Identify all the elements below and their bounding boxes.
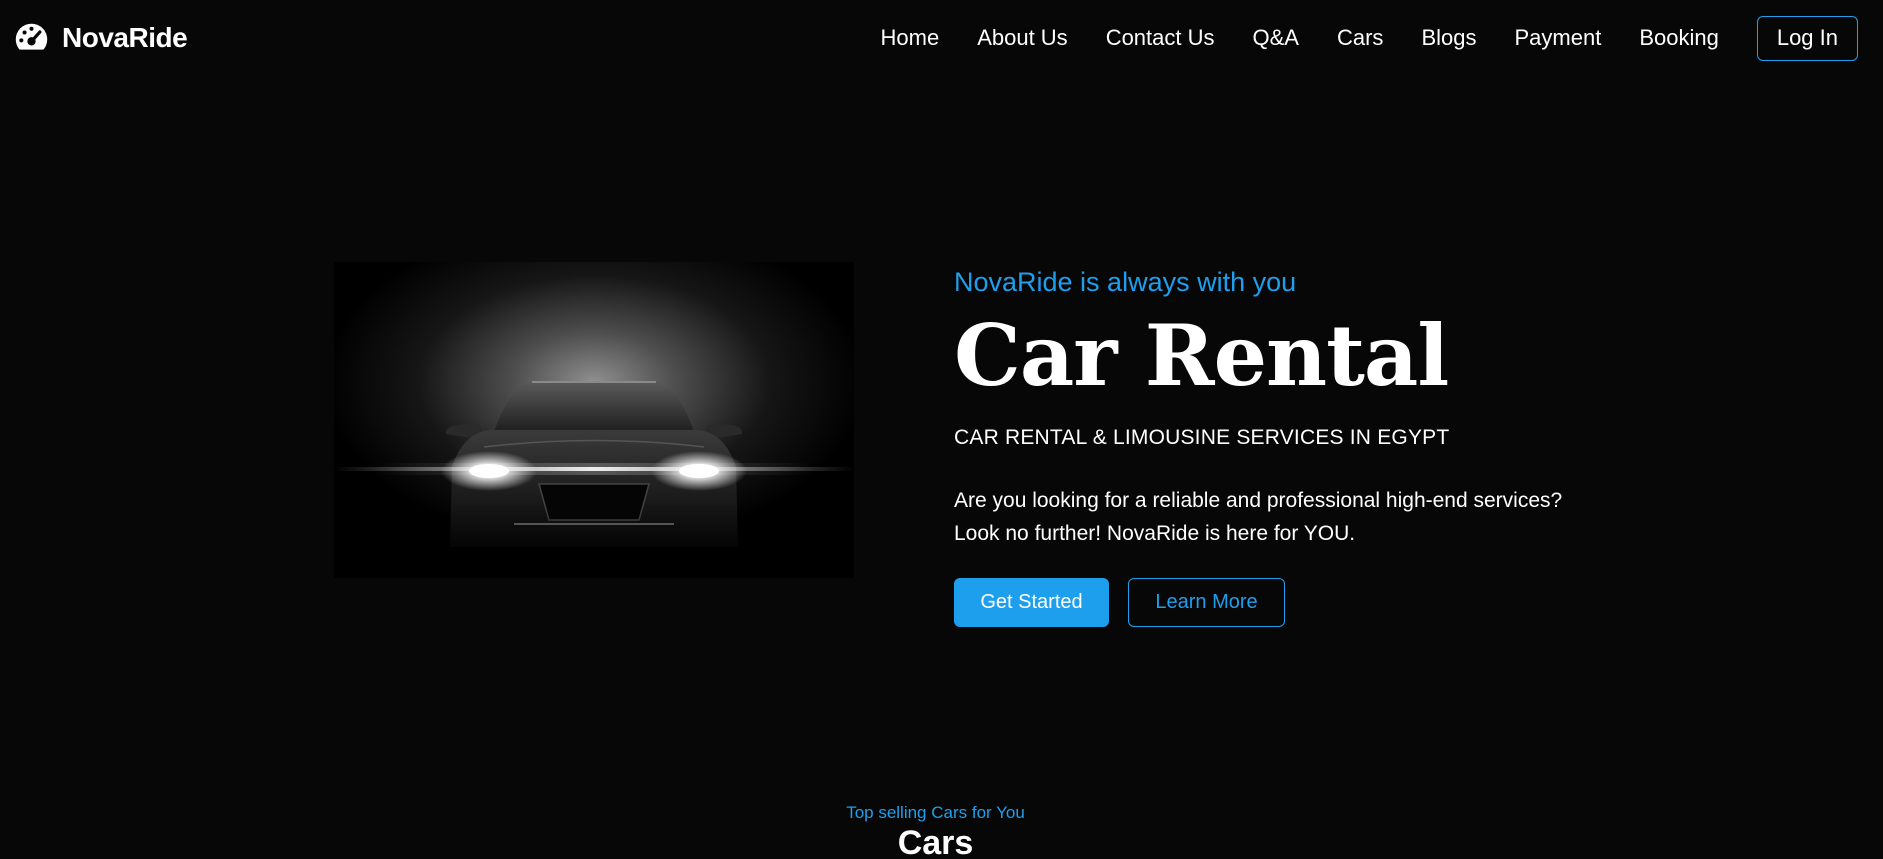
hero-description: Are you looking for a reliable and profe… bbox=[954, 484, 1714, 550]
hero-car-image bbox=[334, 262, 854, 578]
nav-links: Home About Us Contact Us Q&A Cars Blogs … bbox=[881, 25, 1719, 51]
nav-blogs[interactable]: Blogs bbox=[1421, 25, 1476, 51]
brand-name: NovaRide bbox=[62, 22, 188, 53]
brand-logo[interactable]: NovaRide bbox=[13, 20, 188, 57]
nav-right: Home About Us Contact Us Q&A Cars Blogs … bbox=[881, 15, 1858, 61]
login-button[interactable]: Log In bbox=[1756, 15, 1858, 61]
learn-more-button[interactable]: Learn More bbox=[1128, 577, 1285, 627]
cars-section-kicker: Top selling Cars for You bbox=[846, 803, 1025, 822]
hero-description-line-2: Look no further! NovaRide is here for YO… bbox=[954, 521, 1356, 545]
hero-title: Car Rental bbox=[954, 305, 1449, 405]
navbar: NovaRide Home About Us Contact Us Q&A Ca… bbox=[0, 0, 1883, 76]
hero-subtitle: CAR RENTAL & LIMOUSINE SERVICES IN EGYPT bbox=[954, 425, 1450, 449]
hero-section: NovaRide is always with you Car Rental C… bbox=[954, 267, 1714, 627]
nav-booking[interactable]: Booking bbox=[1639, 25, 1719, 51]
get-started-button[interactable]: Get Started bbox=[954, 577, 1109, 627]
nav-home[interactable]: Home bbox=[881, 25, 940, 51]
speedometer-icon bbox=[15, 23, 48, 57]
hero-description-line-1: Are you looking for a reliable and profe… bbox=[954, 488, 1563, 512]
nav-about-us[interactable]: About Us bbox=[977, 25, 1068, 51]
page: NovaRide Home About Us Contact Us Q&A Ca… bbox=[0, 0, 1883, 859]
cars-section-title: Cars bbox=[897, 824, 974, 859]
hero-tagline: NovaRide is always with you bbox=[954, 267, 1297, 297]
nav-contact-us[interactable]: Contact Us bbox=[1106, 25, 1215, 51]
nav-cars[interactable]: Cars bbox=[1337, 25, 1383, 51]
hero-buttons: Get Started Learn More bbox=[954, 577, 1714, 627]
nav-qa[interactable]: Q&A bbox=[1253, 25, 1299, 51]
nav-payment[interactable]: Payment bbox=[1514, 25, 1601, 51]
